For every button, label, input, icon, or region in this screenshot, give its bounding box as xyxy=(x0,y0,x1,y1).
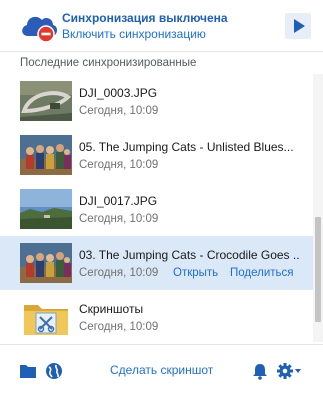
gear-icon[interactable] xyxy=(276,362,302,380)
list-item[interactable]: DJI_0017.JPG Сегодня, 10:09 xyxy=(0,182,313,236)
file-date: Сегодня, 10:09 xyxy=(79,321,159,333)
globe-icon[interactable] xyxy=(45,362,63,380)
enable-sync-link[interactable]: Включить синхронизацию xyxy=(62,27,206,41)
list-item[interactable]: DJI_0003.JPG Сегодня, 10:09 xyxy=(0,74,313,128)
list-item[interactable]: Скриншоты Сегодня, 10:09 xyxy=(0,290,313,342)
share-link[interactable]: Поделиться xyxy=(230,267,294,279)
file-name: DJI_0003.JPG xyxy=(79,86,158,100)
file-name: 05. The Jumping Cats - Unlisted Blues... xyxy=(79,140,294,154)
recent-files-list: DJI_0003.JPG Сегодня, 10:09 05. The Jump… xyxy=(0,74,313,342)
open-link[interactable]: Открыть xyxy=(173,267,218,279)
scrollbar-thumb[interactable] xyxy=(315,217,321,322)
folder-icon xyxy=(24,305,68,335)
photo-landscape-thumbnail xyxy=(20,189,72,229)
take-screenshot-link[interactable]: Сделать скриншот xyxy=(110,363,213,377)
file-date: Сегодня, 10:09 xyxy=(79,105,159,117)
file-date: Сегодня, 10:09 xyxy=(79,213,159,225)
bell-icon[interactable] xyxy=(251,362,269,380)
album-cover-thumbnail xyxy=(20,243,72,283)
play-icon xyxy=(294,19,305,33)
cloud-blocked-icon xyxy=(22,16,58,43)
file-name: 03. The Jumping Cats - Crocodile Goes ..… xyxy=(79,248,299,262)
start-sync-button[interactable] xyxy=(285,13,311,39)
list-item[interactable]: 05. The Jumping Cats - Unlisted Blues...… xyxy=(0,128,313,182)
file-name: DJI_0017.JPG xyxy=(79,194,158,208)
chevron-down-icon xyxy=(295,369,301,373)
list-item-selected[interactable]: 03. The Jumping Cats - Crocodile Goes ..… xyxy=(0,236,313,290)
file-date: Сегодня, 10:09 xyxy=(79,267,159,279)
photo-aerial-road-thumbnail xyxy=(20,81,72,121)
footer-toolbar: Сделать скриншот xyxy=(0,344,323,394)
file-name: Скриншоты xyxy=(79,302,144,316)
file-date: Сегодня, 10:09 xyxy=(79,159,159,171)
list-scrollbar[interactable] xyxy=(313,74,323,342)
folder-icon[interactable] xyxy=(19,362,37,380)
album-cover-thumbnail xyxy=(20,135,72,175)
recent-section-title: Последние синхронизированные xyxy=(20,57,197,69)
sync-status-header: Синхронизация выключена Включить синхрон… xyxy=(0,0,323,52)
sync-status-title: Синхронизация выключена xyxy=(62,11,228,25)
